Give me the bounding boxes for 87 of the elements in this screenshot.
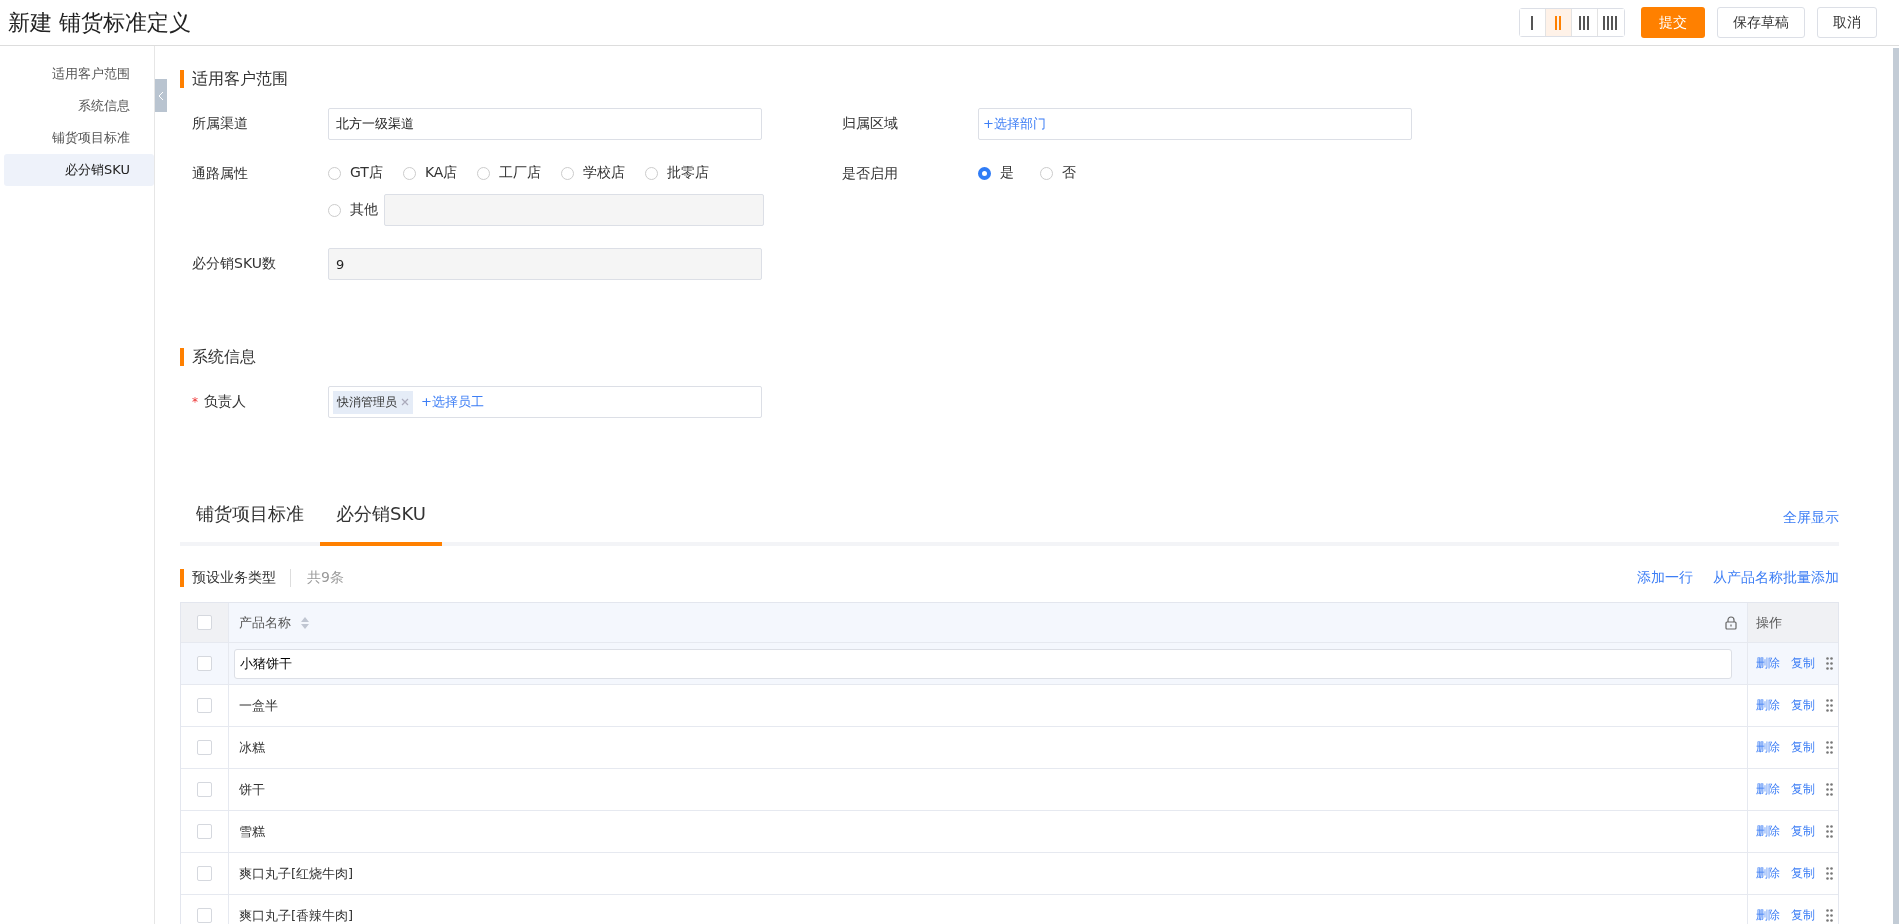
product-name-input[interactable]: 小猪饼干 (234, 648, 1732, 679)
row-checkbox[interactable] (197, 908, 212, 923)
delete-link[interactable]: 删除 (1756, 907, 1780, 924)
row-checkbox[interactable] (197, 740, 212, 755)
copy-link[interactable]: 复制 (1791, 865, 1815, 882)
select-employee-link[interactable]: +选择员工 (421, 393, 484, 411)
delete-link[interactable]: 删除 (1756, 697, 1780, 714)
collapse-handle[interactable] (155, 79, 167, 112)
column-bars-icon (1578, 15, 1591, 30)
field-label: 通路属性 (191, 164, 249, 183)
sidebar-item[interactable]: 系统信息 (4, 90, 154, 122)
section-title: 适用客户范围 (180, 70, 1839, 88)
product-name: 爽口丸子[香辣牛肉] (239, 906, 354, 924)
radio-option[interactable]: 否 (1040, 164, 1076, 182)
column-layout-button[interactable] (1520, 9, 1546, 36)
product-name: 雪糕 (239, 822, 265, 841)
tab[interactable]: 必分销SKU (320, 498, 442, 546)
table-action-link[interactable]: 从产品名称批量添加 (1713, 569, 1839, 587)
other-input[interactable] (384, 194, 764, 226)
product-name: 冰糕 (239, 738, 265, 757)
select-all-checkbox[interactable] (197, 615, 212, 630)
header-button[interactable]: 保存草稿 (1717, 7, 1805, 38)
table-action-link[interactable]: 添加一行 (1637, 569, 1693, 587)
field-label: 所属渠道 (191, 115, 249, 133)
row-checkbox[interactable] (197, 782, 212, 797)
required-mark: * (192, 395, 198, 409)
copy-link[interactable]: 复制 (1791, 697, 1815, 714)
product-name: 一盒半 (239, 696, 278, 715)
channel-input[interactable]: 北方一级渠道 (328, 108, 762, 140)
delete-link[interactable]: 删除 (1756, 865, 1780, 882)
lock-icon[interactable] (1725, 615, 1737, 630)
chevron-left-icon (158, 90, 164, 101)
owner-field[interactable]: 快消管理员 +选择员工 (328, 386, 762, 418)
record-count: 共9条 (290, 569, 344, 587)
select-department-link[interactable]: +选择部门 (983, 115, 1046, 133)
copy-link[interactable]: 复制 (1791, 907, 1815, 924)
copy-link[interactable]: 复制 (1791, 781, 1815, 798)
delete-link[interactable]: 删除 (1756, 739, 1780, 756)
radio-option[interactable]: 批零店 (645, 164, 710, 182)
region-field[interactable]: +选择部门 (978, 108, 1412, 140)
product-name: 饼干 (239, 780, 265, 799)
row-checkbox[interactable] (197, 824, 212, 839)
row-checkbox[interactable] (197, 866, 212, 881)
field-label: 必分销SKU数 (191, 255, 277, 273)
sidebar-item[interactable]: 铺货项目标准 (4, 122, 154, 154)
delete-link[interactable]: 删除 (1756, 781, 1780, 798)
drag-handle-icon[interactable] (1826, 825, 1833, 838)
field-label: 归属区域 (841, 115, 899, 133)
header-button[interactable]: 提交 (1641, 7, 1705, 38)
tab[interactable]: 铺货项目标准 (180, 498, 320, 546)
drag-handle-icon[interactable] (1826, 909, 1833, 922)
copy-link[interactable]: 复制 (1791, 823, 1815, 840)
sidebar-item[interactable]: 适用客户范围 (4, 58, 154, 90)
field-label: * 负责人 (191, 393, 247, 411)
fullscreen-link[interactable]: 全屏显示 (1783, 509, 1839, 527)
delete-link[interactable]: 删除 (1756, 823, 1780, 840)
page-title: 新建 铺货标准定义 (8, 8, 191, 37)
column-bars-icon (1603, 15, 1619, 30)
owner-tag: 快消管理员 (333, 390, 413, 414)
radio-option[interactable]: KA店 (402, 164, 458, 182)
row-checkbox[interactable] (197, 656, 212, 671)
column-header: 操作 (1756, 613, 1782, 632)
radio-option[interactable]: 学校店 (561, 164, 626, 182)
sort-icon[interactable] (301, 616, 309, 629)
drag-handle-icon[interactable] (1826, 699, 1833, 712)
sku-count-input[interactable]: 9 (328, 248, 762, 280)
product-name: 爽口丸子[红烧牛肉] (239, 864, 354, 883)
header-button[interactable]: 取消 (1817, 7, 1877, 38)
radio-option[interactable]: 工厂店 (477, 164, 542, 182)
drag-handle-icon[interactable] (1826, 741, 1833, 754)
sidebar-item[interactable]: 必分销SKU (4, 154, 154, 186)
row-checkbox[interactable] (197, 698, 212, 713)
field-label: 是否启用 (841, 164, 899, 183)
copy-link[interactable]: 复制 (1791, 739, 1815, 756)
radio-option[interactable]: GT店 (328, 164, 383, 182)
column-bars-icon (1554, 15, 1563, 30)
column-header: 产品名称 (239, 613, 291, 632)
drag-handle-icon[interactable] (1826, 867, 1833, 880)
delete-link[interactable]: 删除 (1756, 655, 1780, 672)
table-title: 预设业务类型 (180, 569, 290, 587)
copy-link[interactable]: 复制 (1791, 655, 1815, 672)
radio-option[interactable]: 其他 (328, 201, 378, 219)
drag-handle-icon[interactable] (1826, 657, 1833, 670)
drag-handle-icon[interactable] (1826, 783, 1833, 796)
radio-option[interactable]: 是 (978, 164, 1014, 182)
section-title: 系统信息 (180, 348, 1839, 366)
close-icon[interactable] (401, 398, 409, 406)
